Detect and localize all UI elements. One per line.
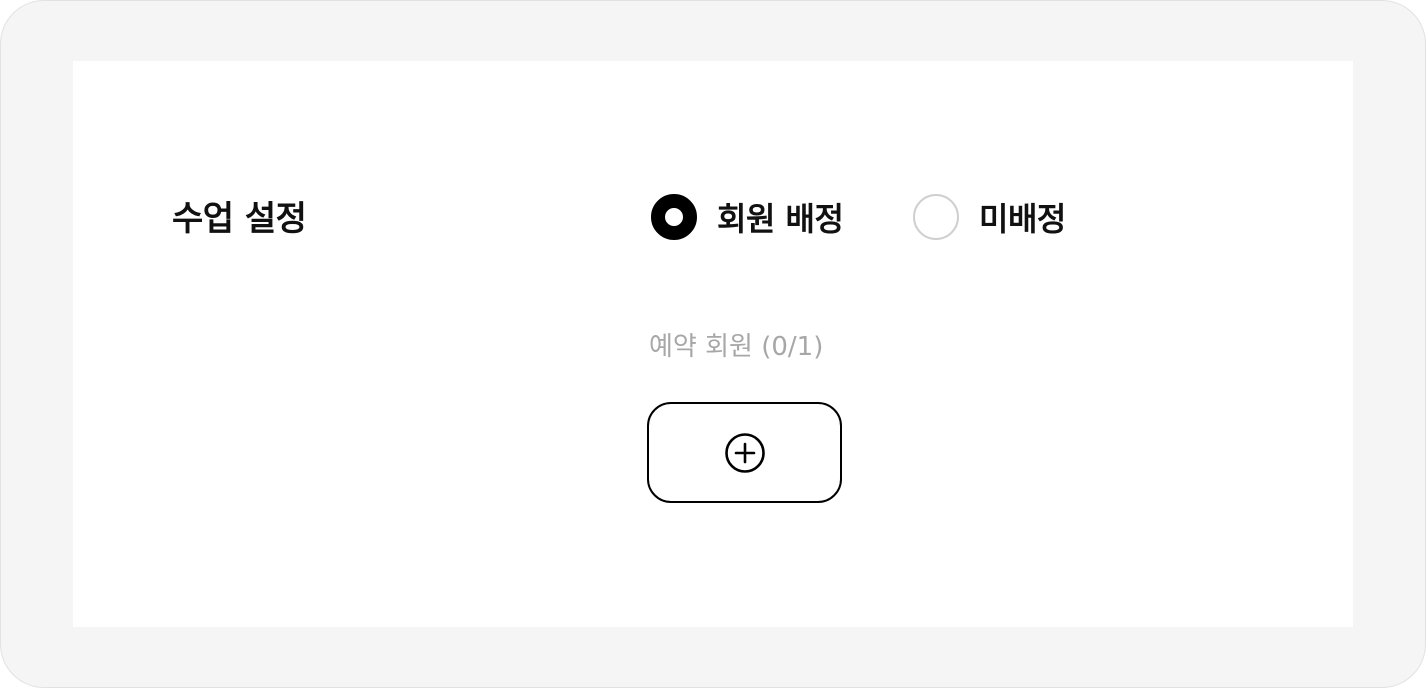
radio-button-unselected[interactable] bbox=[913, 194, 959, 240]
section-title: 수업 설정 bbox=[172, 199, 307, 239]
plus-circle-icon bbox=[724, 432, 765, 473]
radio-button-selected[interactable] bbox=[651, 194, 697, 240]
add-member-button[interactable] bbox=[647, 402, 842, 503]
window-frame: 수업 설정 회원 배정 미배정 예약 회원 (0/1) bbox=[0, 0, 1426, 688]
radio-label-unassigned: 미배정 bbox=[979, 200, 1066, 238]
class-setting-card: 수업 설정 회원 배정 미배정 예약 회원 (0/1) bbox=[73, 61, 1353, 627]
radio-option-assign-member[interactable]: 회원 배정 bbox=[651, 194, 844, 240]
radio-option-unassigned[interactable]: 미배정 bbox=[913, 194, 1066, 240]
radio-label-assign-member: 회원 배정 bbox=[717, 200, 844, 238]
reservation-member-count-label: 예약 회원 (0/1) bbox=[649, 332, 824, 362]
